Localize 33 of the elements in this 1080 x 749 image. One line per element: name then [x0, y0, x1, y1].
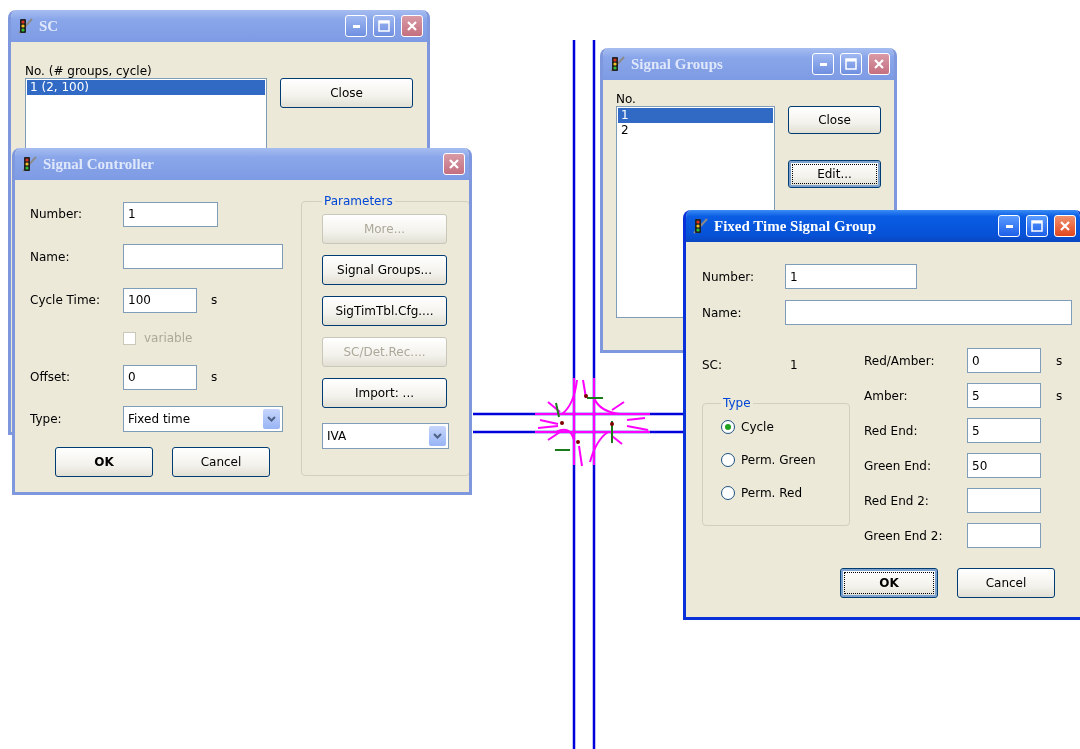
field-label: SC:	[702, 358, 724, 372]
unit-label: s	[211, 370, 218, 384]
field-label: Offset:	[30, 370, 72, 384]
field-label: Red/Amber:	[864, 353, 936, 368]
window-title: SC	[39, 17, 60, 35]
field-label: Number:	[30, 207, 84, 221]
field-label: Amber:	[864, 388, 909, 403]
field-label: Green End 2:	[864, 528, 944, 543]
radio-label: Perm. Red	[741, 486, 803, 500]
unit-label: s	[1055, 388, 1064, 403]
window-title: Signal Controller	[43, 155, 155, 173]
list-label: No.	[616, 92, 637, 106]
field-label: Number:	[702, 269, 756, 284]
field-label: Red End 2:	[864, 493, 930, 508]
dropdown-value: Fixed time	[128, 412, 191, 426]
field-label: Green End:	[864, 458, 932, 473]
unit-label: s	[211, 293, 218, 307]
group-title: Parameters	[323, 194, 394, 208]
field-label: Red End:	[864, 423, 919, 438]
field-label: Cycle Time:	[30, 293, 102, 307]
field-label: Type:	[30, 412, 63, 426]
dropdown-value: IVA	[327, 429, 347, 443]
field-label: Name:	[30, 249, 71, 264]
list-label: No. (# groups, cycle)	[25, 64, 153, 78]
checkbox-label: variable	[144, 331, 193, 345]
unit-label: s	[1055, 353, 1064, 368]
radio-label: Cycle	[741, 420, 774, 434]
radio-label: Perm. Green	[741, 453, 816, 467]
group-title: Type	[722, 396, 752, 410]
sc-value: 1	[790, 358, 798, 372]
window-title: Fixed Time Signal Group	[714, 217, 878, 235]
field-label: Name:	[702, 305, 743, 320]
window-title: Signal Groups	[631, 55, 724, 73]
